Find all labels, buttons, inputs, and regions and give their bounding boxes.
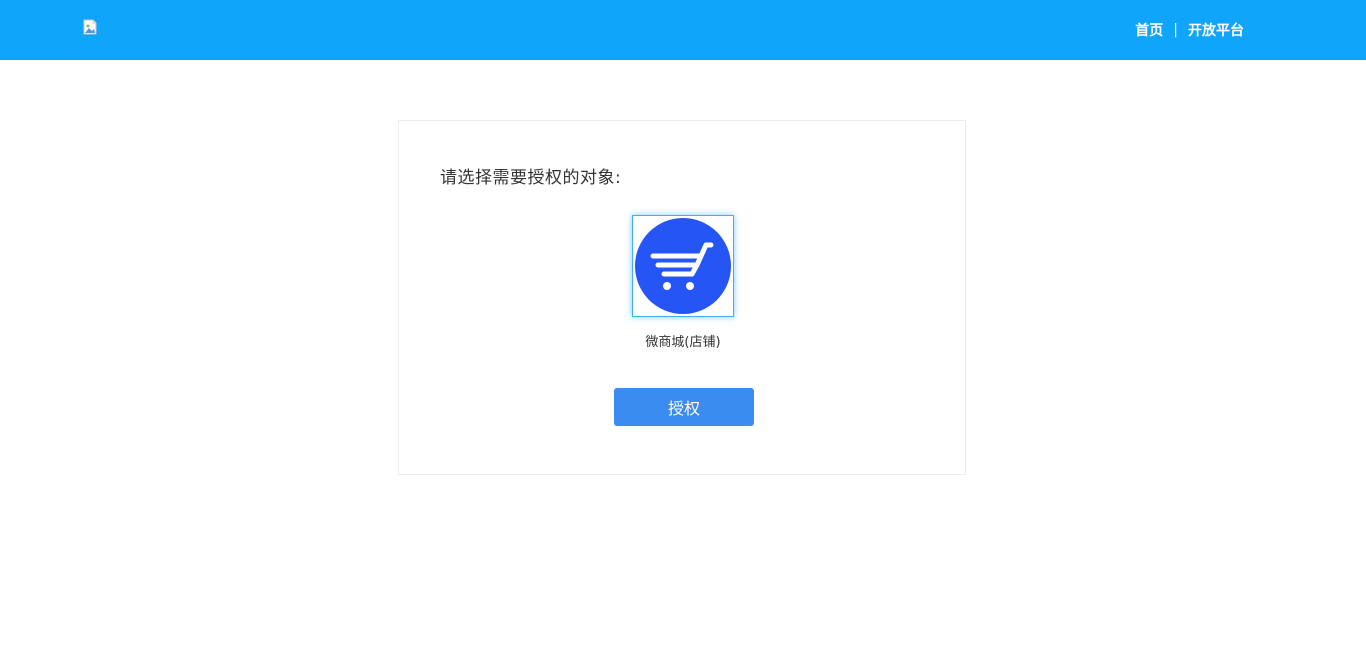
logo-broken-image-icon[interactable]	[83, 19, 99, 35]
nav-home-link[interactable]: 首页	[1135, 20, 1163, 40]
app-option-label: 微商城(店铺)	[645, 335, 721, 350]
nav-separator: |	[1173, 22, 1178, 38]
shopping-cart-icon	[635, 218, 731, 314]
nav-open-platform-link[interactable]: 开放平台	[1188, 20, 1244, 40]
top-header-bar: 首页 | 开放平台	[0, 0, 1366, 60]
app-option-weishangcheng[interactable]	[632, 215, 734, 317]
authorization-card: 请选择需要授权的对象: 微商城(店铺) 授权	[398, 120, 966, 475]
card-title: 请选择需要授权的对象:	[440, 168, 622, 188]
authorize-button[interactable]: 授权	[614, 388, 754, 426]
top-navigation: 首页 | 开放平台	[1135, 0, 1244, 60]
